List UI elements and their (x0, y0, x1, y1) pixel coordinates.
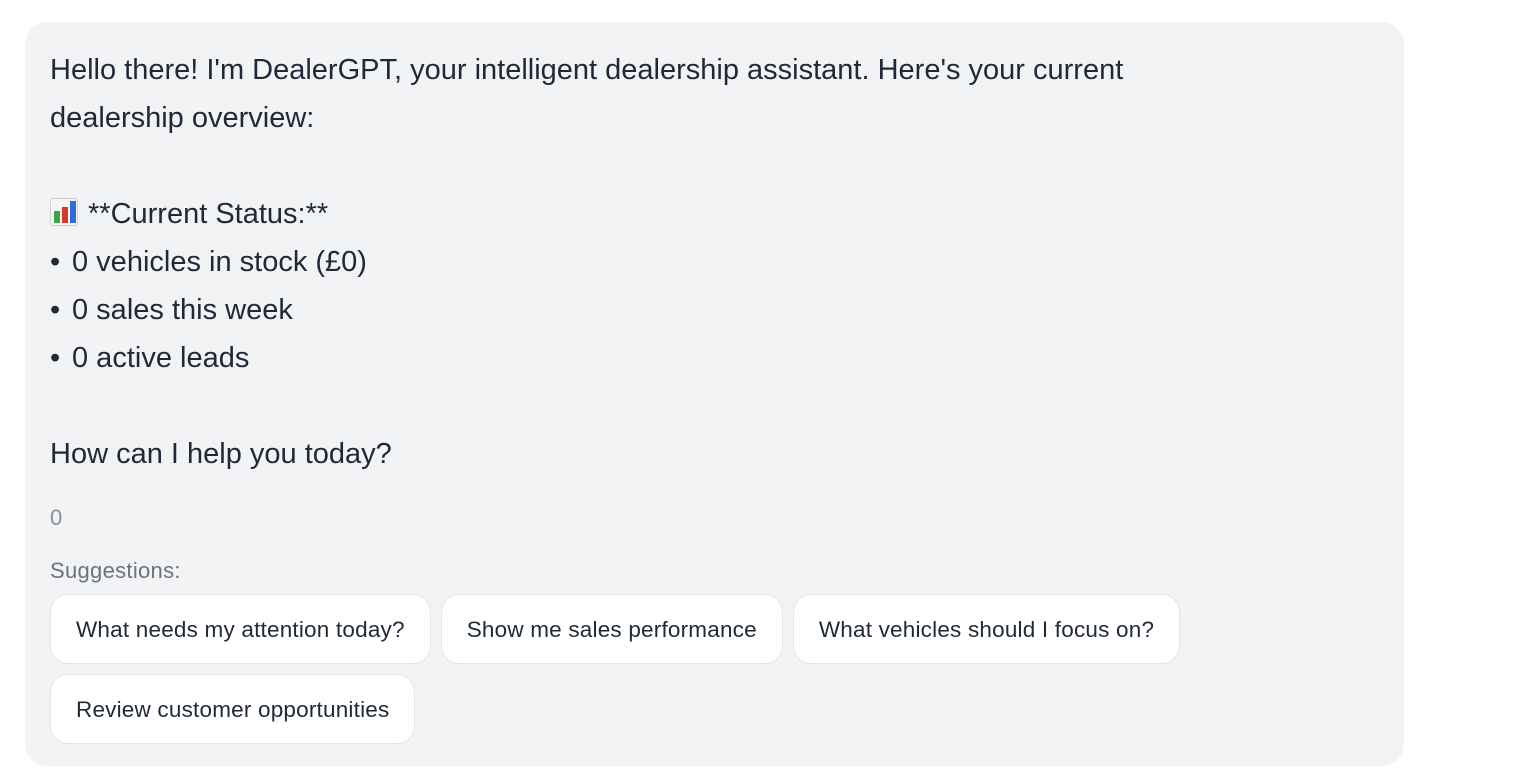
bullet-text: 0 vehicles in stock (£0) (72, 246, 367, 278)
assistant-message-bubble: Hello there! I'm DealerGPT, your intelli… (25, 22, 1404, 766)
suggestion-attention-button[interactable]: What needs my attention today? (50, 594, 431, 664)
bullet-dot: • (50, 294, 61, 326)
suggestion-customer-opportunities-button[interactable]: Review customer opportunities (50, 674, 416, 744)
bar-chart-icon (50, 198, 78, 226)
status-heading-line: **Current Status:** (50, 190, 1379, 238)
bullet-text: 0 sales this week (72, 294, 293, 326)
status-bullet-sales: • 0 sales this week (50, 286, 1379, 334)
suggestion-vehicles-focus-button[interactable]: What vehicles should I focus on? (792, 594, 1181, 664)
status-bullet-stock: • 0 vehicles in stock (£0) (50, 238, 1379, 286)
suggestion-sales-performance-button[interactable]: Show me sales performance (440, 594, 783, 664)
bullet-text: 0 active leads (72, 342, 250, 374)
bullet-dot: • (50, 342, 61, 374)
message-count: 0 (50, 505, 63, 530)
intro-text: Hello there! I'm DealerGPT, your intelli… (50, 54, 1124, 134)
suggestions-list: What needs my attention today? Show me s… (50, 594, 1350, 744)
suggestions-label: Suggestions: (50, 558, 181, 583)
bullet-dot: • (50, 246, 61, 278)
status-heading: **Current Status:** (88, 198, 329, 230)
question-text: How can I help you today? (50, 438, 392, 470)
status-bullet-leads: • 0 active leads (50, 334, 1379, 382)
